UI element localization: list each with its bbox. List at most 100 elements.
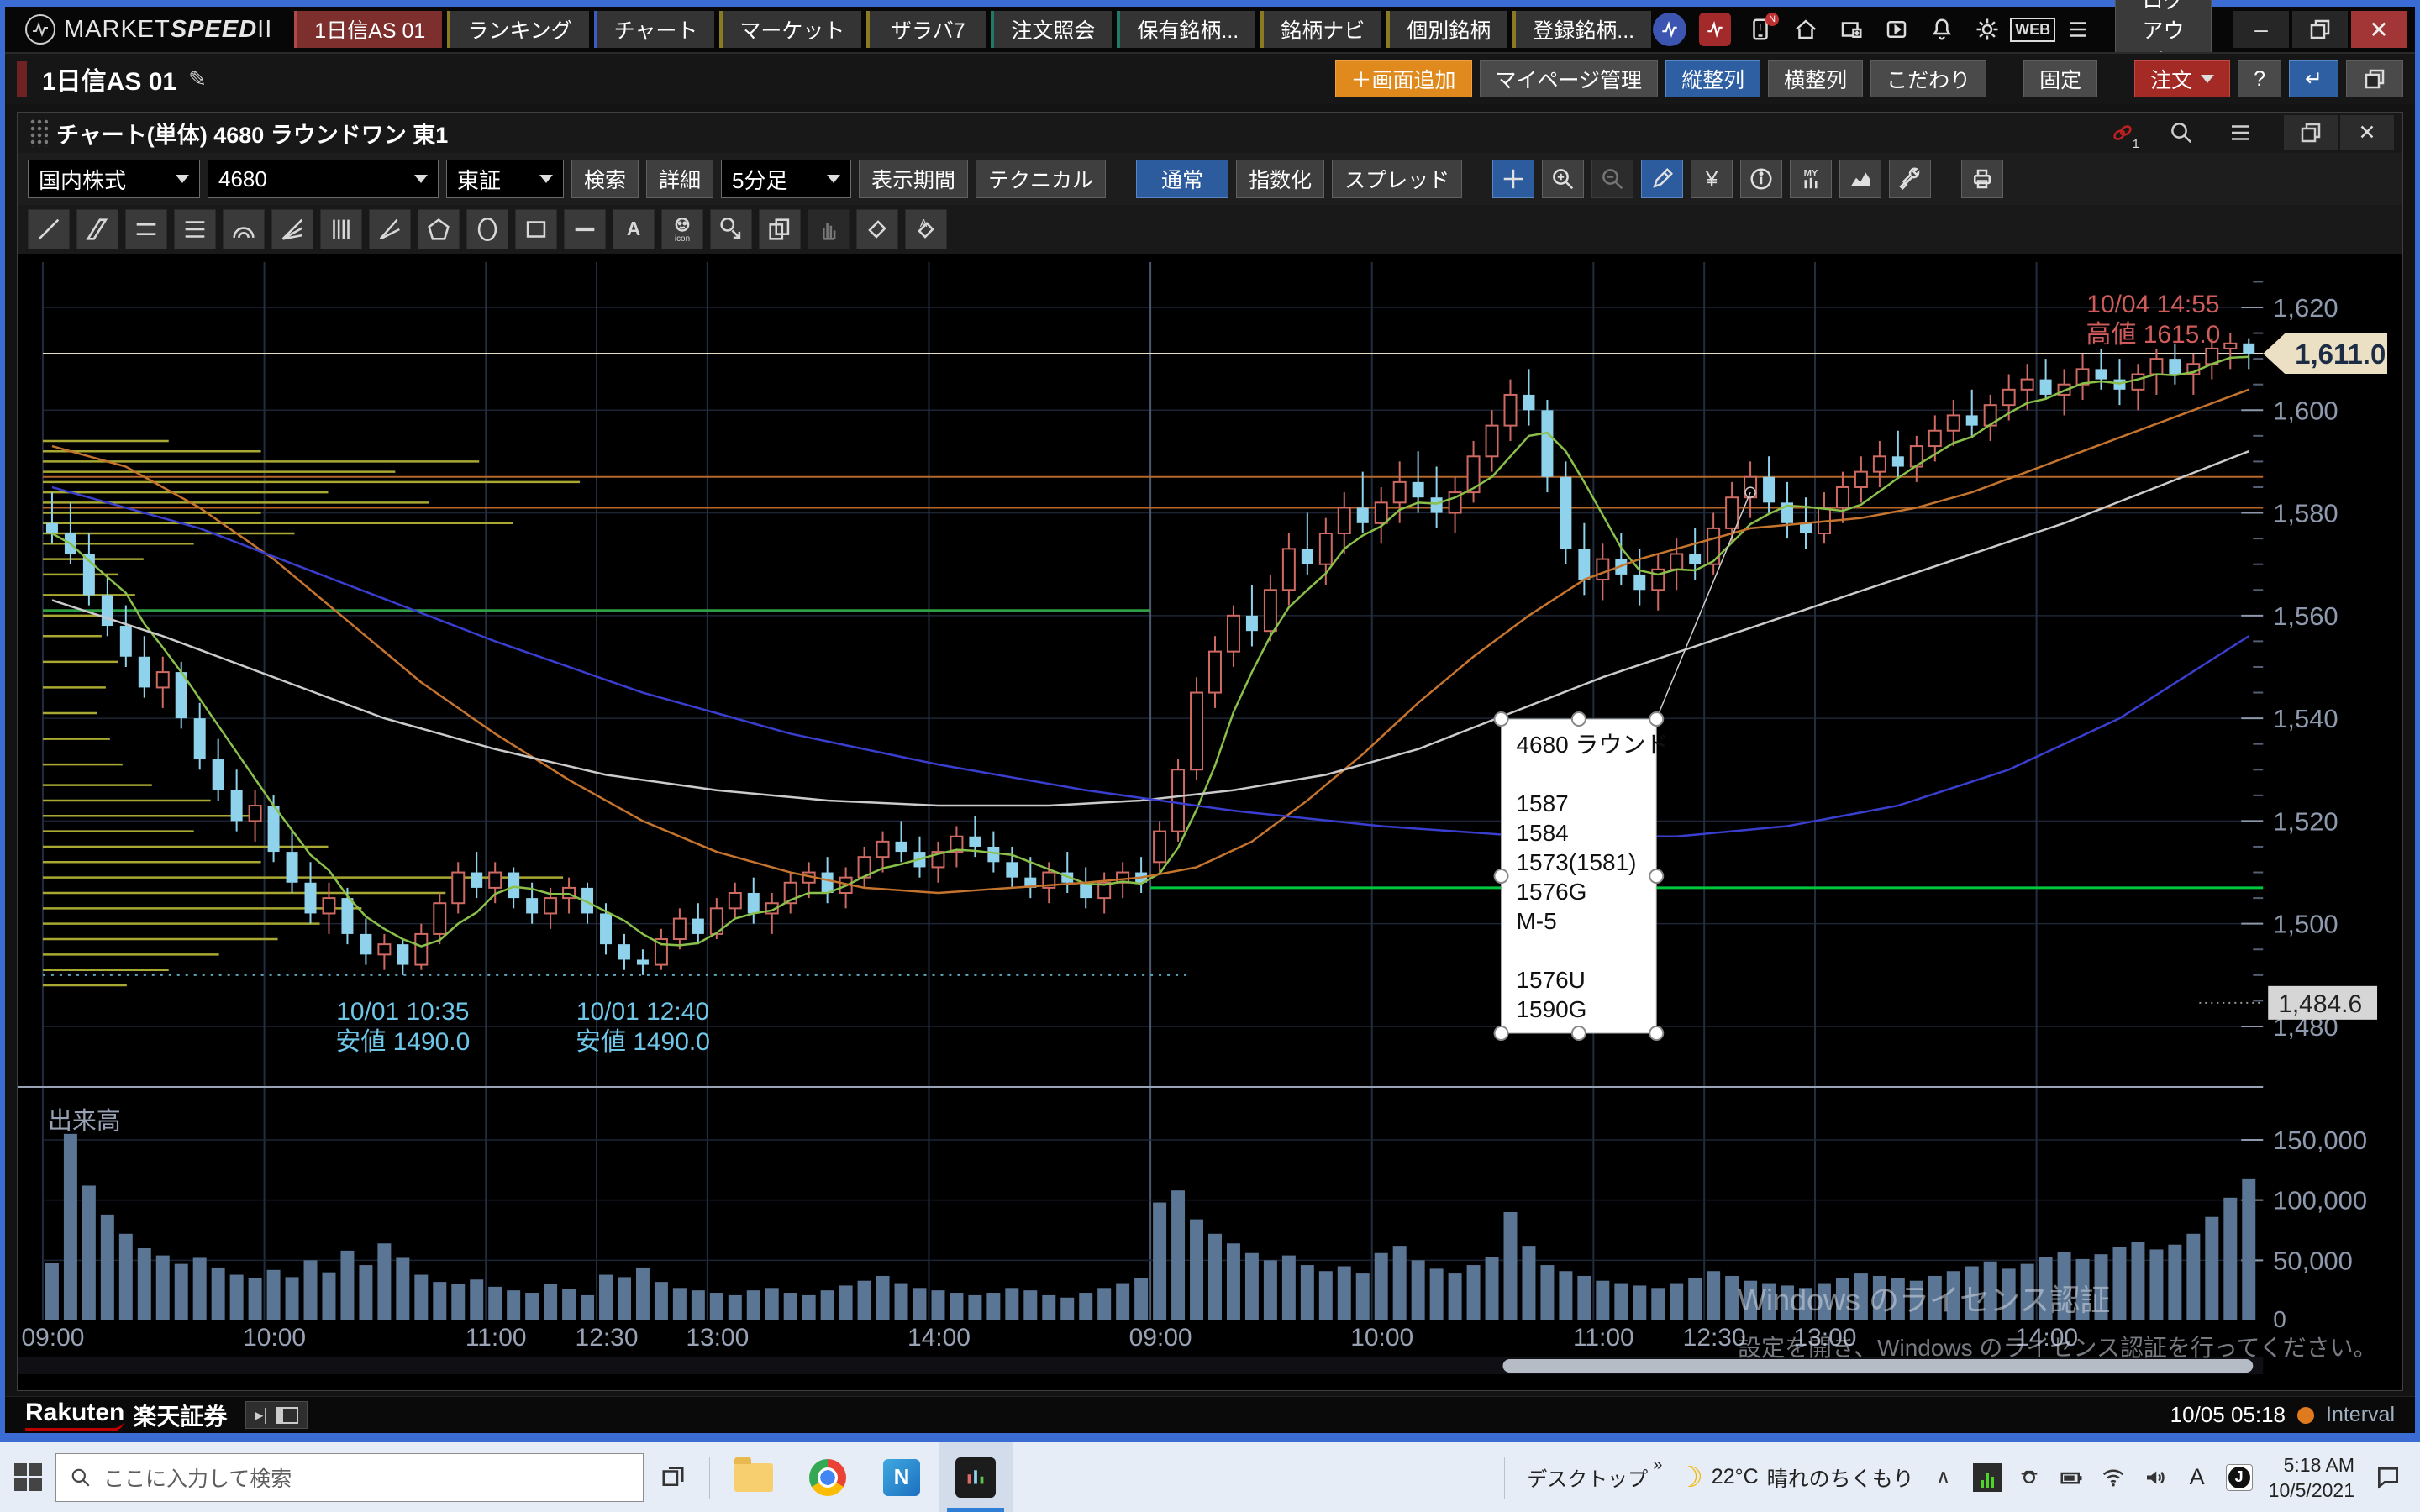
chevron-icon[interactable]: » — [1653, 1456, 1662, 1475]
file-explorer-icon[interactable] — [717, 1442, 791, 1512]
normal-mode-button[interactable]: 通常 — [1136, 160, 1228, 198]
new-window-button[interactable] — [2346, 60, 2403, 97]
tab-1nichi-shin-as-01[interactable]: 1日信AS 01 — [294, 11, 442, 48]
panel-layout-icon[interactable] — [276, 1407, 298, 1424]
code-select[interactable]: 4680 — [208, 160, 439, 198]
link-jump-button[interactable]: ↵ — [2289, 60, 2338, 97]
search-button[interactable]: 検索 — [571, 160, 639, 198]
settings-wrench-icon[interactable] — [1889, 160, 1931, 198]
play-pause-icon[interactable]: ▸| — [255, 1404, 267, 1425]
market-pulse-blue-icon[interactable] — [1651, 13, 1688, 46]
add-screen-button[interactable]: ＋画面追加 — [1335, 60, 1472, 97]
close-button[interactable]: ✕ — [2351, 11, 2407, 48]
duplicate-tool-icon[interactable] — [759, 209, 801, 249]
settings-gear-icon[interactable] — [1969, 13, 2006, 46]
web-icon[interactable]: WEB — [2014, 13, 2051, 46]
fibonacci-arc-tool-icon[interactable] — [223, 209, 265, 249]
timeframe-select[interactable]: 5分足 — [721, 160, 851, 198]
window-menu-icon[interactable] — [2222, 116, 2259, 150]
yen-display-icon[interactable]: ¥ — [1691, 160, 1733, 198]
tab-registered-stocks[interactable]: 登録銘柄... — [1512, 11, 1651, 48]
chrome-icon[interactable] — [791, 1442, 865, 1512]
order-button[interactable]: 注文 — [2134, 60, 2230, 97]
battery-tray-icon[interactable] — [2057, 1463, 2086, 1492]
tab-chart[interactable]: チャート — [594, 11, 715, 48]
tab-zaraba7[interactable]: ザラバ7 — [866, 11, 986, 48]
rectangle-tool-icon[interactable] — [515, 209, 557, 249]
area-chart-icon[interactable] — [1839, 160, 1881, 198]
zoom-out-icon[interactable] — [1591, 160, 1634, 198]
task-view-button[interactable] — [644, 1442, 702, 1512]
vertical-align-button[interactable]: 縦整列 — [1665, 60, 1760, 97]
zoom-in-icon[interactable] — [1542, 160, 1584, 198]
ime-j-icon[interactable]: J — [2225, 1463, 2254, 1492]
spread-mode-button[interactable]: スプレッド — [1332, 160, 1462, 198]
eraser-tool-icon[interactable] — [856, 209, 898, 249]
mypage-manage-button[interactable]: マイページ管理 — [1480, 60, 1659, 97]
icon-stamp-tool-icon[interactable]: icon — [661, 209, 703, 249]
add-window-icon[interactable] — [1833, 13, 1870, 46]
my-chart-icon[interactable]: MY — [1790, 160, 1832, 198]
chart-scrollbar-thumb[interactable] — [1503, 1359, 2254, 1373]
horizontal-align-button[interactable]: 横整列 — [1768, 60, 1863, 97]
tab-stock-navi[interactable]: 銘柄ナビ — [1260, 11, 1381, 48]
taskbar-search-input[interactable]: ここに入力して検索 — [55, 1453, 644, 1502]
chart-canvas[interactable]: 1,4801,5001,5201,5401,5601,5801,6001,620… — [18, 254, 2402, 1390]
taskbar-clock[interactable]: 5:18 AM 10/5/2021 — [2269, 1452, 2354, 1503]
hamburger-menu-icon[interactable] — [2060, 13, 2096, 46]
print-icon[interactable] — [1961, 160, 2003, 198]
statusbar-tools[interactable]: ▸| — [245, 1401, 307, 1429]
chart-restore-button[interactable] — [2284, 115, 2338, 150]
parallel-band-tool-icon[interactable] — [76, 209, 118, 249]
blue-app-icon[interactable]: N — [865, 1442, 939, 1512]
volume-tray-icon[interactable] — [2141, 1463, 2170, 1492]
category-select[interactable]: 国内株式 — [28, 160, 200, 198]
tab-held-stocks[interactable]: 保有銘柄... — [1117, 11, 1255, 48]
tab-ranking[interactable]: ランキング — [447, 11, 588, 48]
index-mode-button[interactable]: 指数化 — [1236, 160, 1324, 198]
crosshair-tool-icon[interactable] — [1492, 160, 1534, 198]
vertical-lines-tool-icon[interactable] — [320, 209, 362, 249]
tab-order-inquiry[interactable]: 注文照会 — [991, 11, 1112, 48]
tab-market[interactable]: マーケット — [719, 11, 861, 48]
ellipse-tool-icon[interactable] — [466, 209, 508, 249]
market-select[interactable]: 東証 — [446, 160, 564, 198]
pentagon-tool-icon[interactable] — [418, 209, 460, 249]
technical-button[interactable]: テクニカル — [976, 160, 1106, 198]
chart-close-button[interactable]: ✕ — [2340, 115, 2394, 150]
tray-expand-chevron[interactable]: ∧ — [1929, 1463, 1958, 1492]
hand-drag-tool-icon[interactable] — [808, 209, 850, 249]
pointer-marker-tool-icon[interactable] — [710, 209, 752, 249]
camera-tray-icon[interactable] — [2015, 1463, 2044, 1492]
ime-a-icon[interactable]: A — [2183, 1463, 2212, 1492]
wifi-tray-icon[interactable] — [2099, 1463, 2128, 1492]
edit-workspace-icon[interactable]: ✎ — [188, 66, 207, 92]
fix-button[interactable]: 固定 — [2023, 60, 2097, 97]
fan-lines-tool-icon[interactable] — [271, 209, 313, 249]
action-center-button[interactable] — [2370, 1459, 2407, 1496]
weather-widget[interactable]: ☽ 22°C 晴れのちくもり — [1677, 1461, 1913, 1494]
draw-pencil-icon[interactable] — [1641, 160, 1683, 198]
market-pulse-red-icon[interactable] — [1697, 13, 1733, 46]
kodawari-button[interactable]: こだわり — [1870, 60, 1986, 97]
horizontal-segment-tool-icon[interactable] — [564, 209, 606, 249]
display-period-button[interactable]: 表示期間 — [859, 160, 968, 198]
chart-window-titlebar[interactable]: チャート(単体) 4680 ラウンドワン 東1 1✕ — [18, 113, 2402, 153]
info-icon[interactable] — [1740, 160, 1782, 198]
eraser-all-tool-icon[interactable]: A — [905, 209, 947, 249]
desktop-toolbar[interactable]: デスクトップ » — [1527, 1462, 1662, 1492]
trend-line-tool-icon[interactable] — [28, 209, 70, 249]
tab-individual-stock[interactable]: 個別銘柄 — [1386, 11, 1507, 48]
media-icon[interactable] — [1878, 13, 1915, 46]
help-button[interactable]: ? — [2238, 60, 2281, 97]
angle-lines-tool-icon[interactable] — [369, 209, 411, 249]
three-horizontal-lines-tool-icon[interactable] — [174, 209, 216, 249]
restore-button[interactable] — [2292, 11, 2348, 48]
start-button[interactable] — [0, 1442, 55, 1512]
detail-button[interactable]: 詳細 — [646, 160, 713, 198]
home-icon[interactable] — [1787, 13, 1824, 46]
stock-mini-chart-tray-icon[interactable] — [1973, 1463, 2002, 1492]
minimize-button[interactable]: – — [2233, 11, 2289, 48]
search-icon[interactable] — [2163, 116, 2200, 150]
notification-phone-icon[interactable]: !N — [1742, 13, 1779, 46]
